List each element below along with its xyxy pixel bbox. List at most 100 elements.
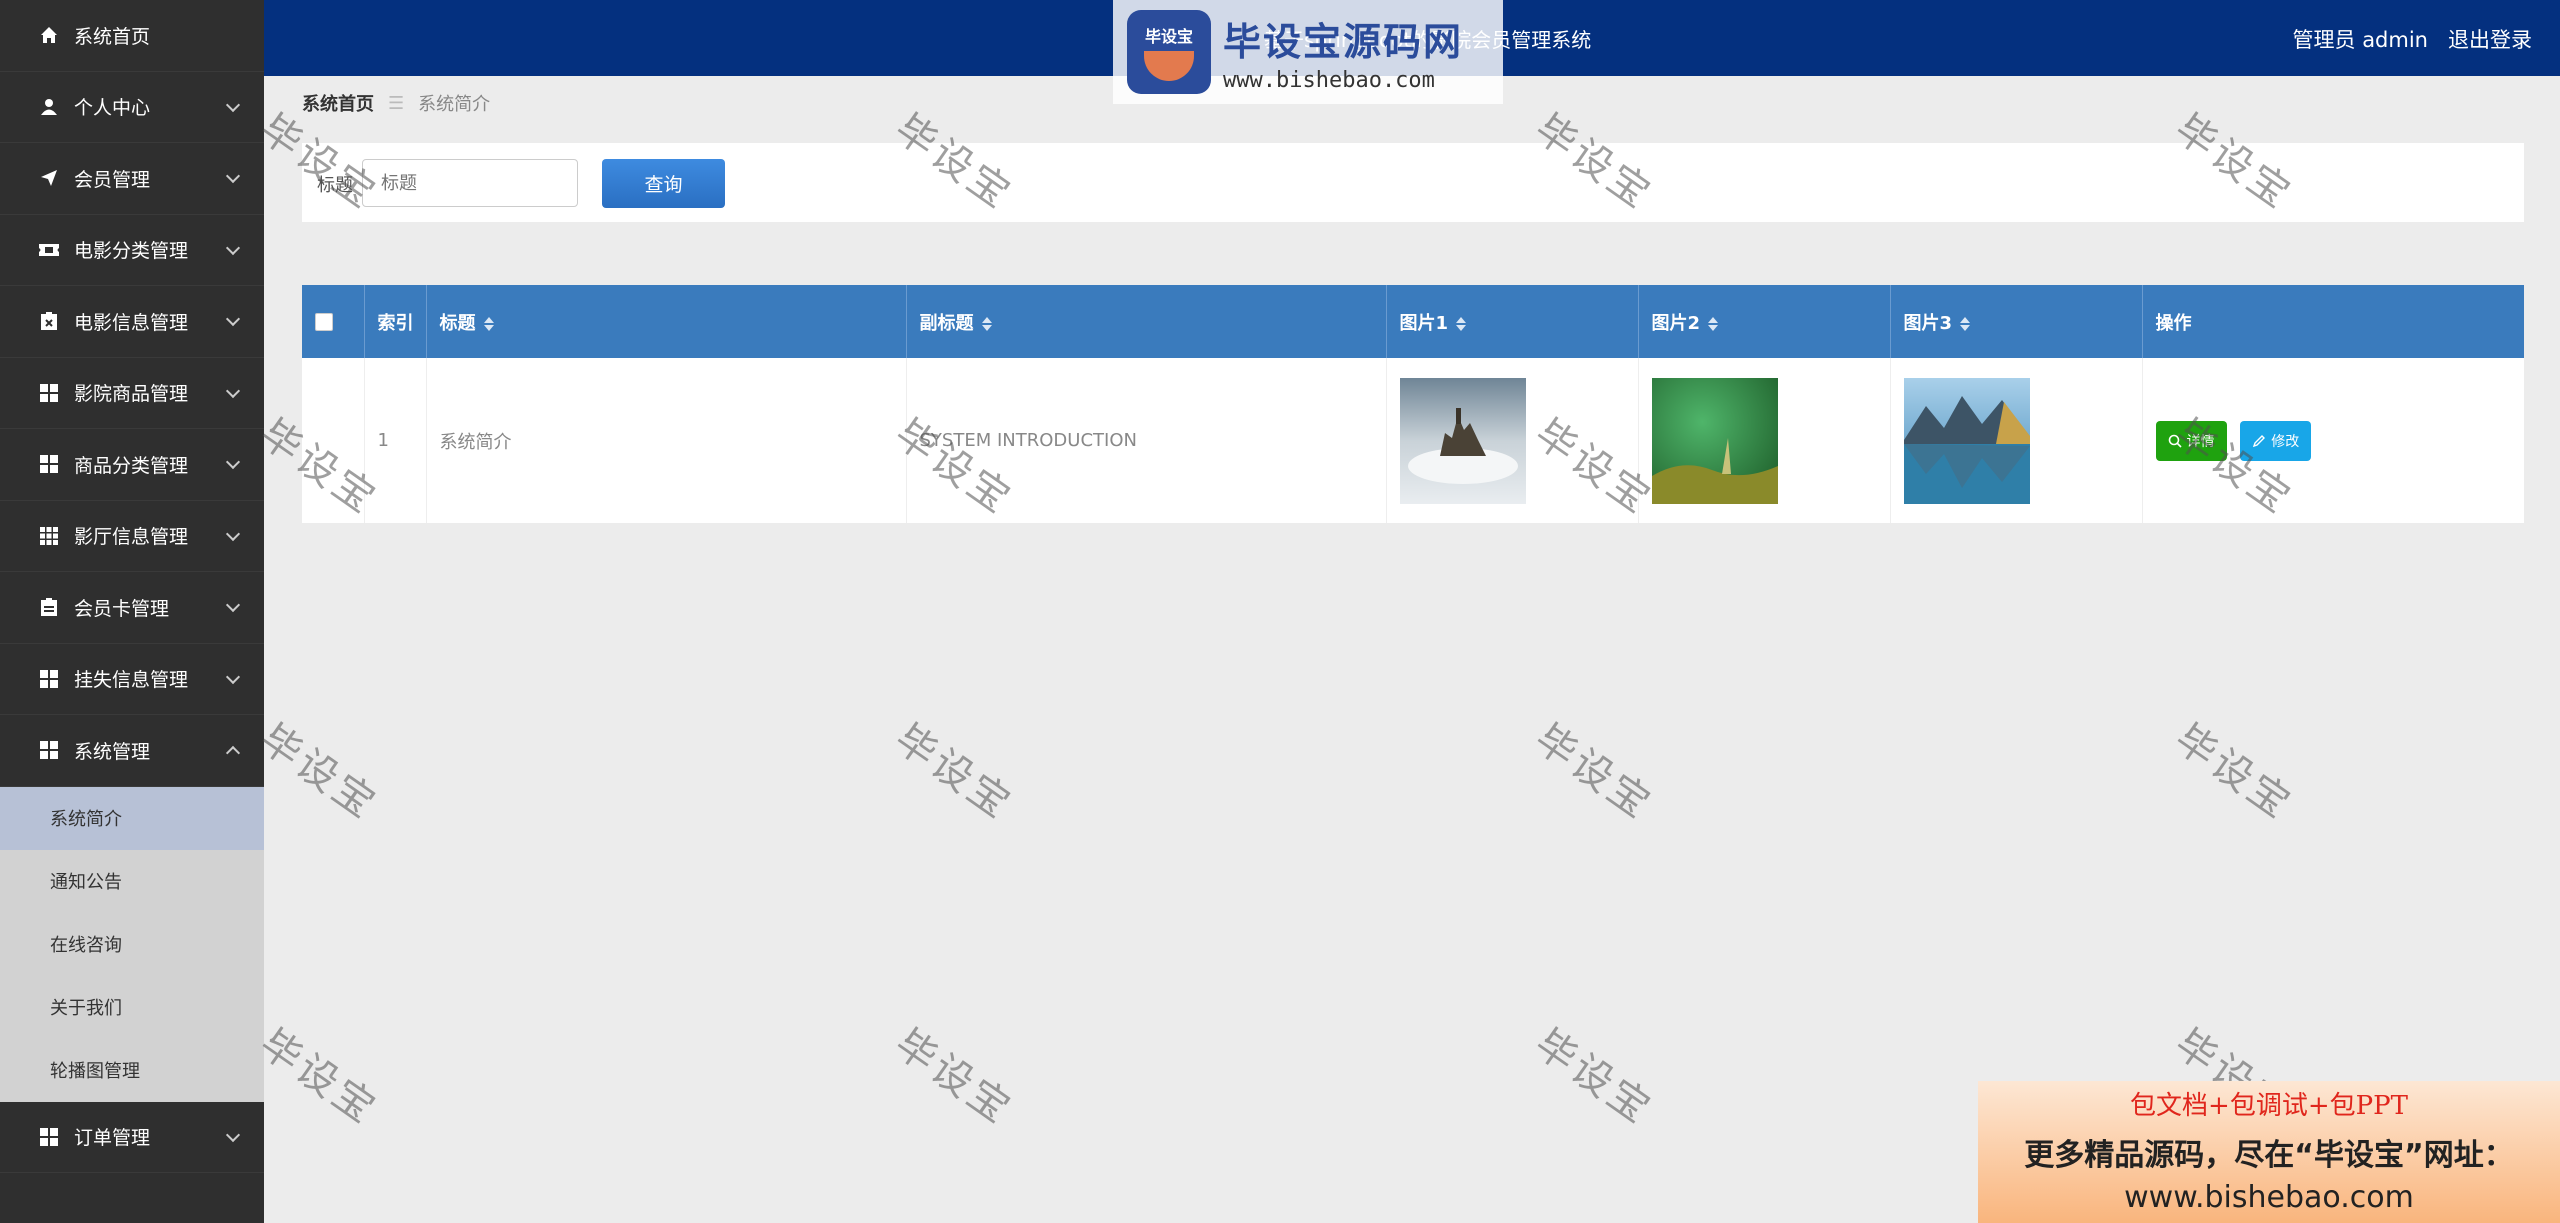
watermark-text: 毕设宝 bbox=[886, 1020, 1021, 1134]
breadcrumb-separator-icon: ☰ bbox=[388, 92, 405, 114]
promo-banner: 包文档+包调试+包PPT 更多精品源码，尽在“毕设宝”网址： www.bishe… bbox=[1978, 1081, 2560, 1223]
submenu-item-4[interactable]: 轮播图管理 bbox=[0, 1039, 264, 1102]
cell-index: 1 bbox=[364, 358, 427, 523]
lake-image[interactable] bbox=[1903, 377, 2030, 504]
breadcrumb: 系统首页 ☰ 系统简介 bbox=[302, 90, 490, 116]
breadcrumb-current: 系统简介 bbox=[418, 94, 491, 115]
sidebar-item-label: 个人中心 bbox=[74, 97, 151, 120]
sidebar-item-label: 影院商品管理 bbox=[74, 383, 189, 406]
chevron-down-icon bbox=[225, 97, 241, 112]
sidebar-item-label: 系统管理 bbox=[74, 740, 151, 763]
submenu-item-3[interactable]: 关于我们 bbox=[0, 976, 264, 1039]
sidebar-item-7[interactable]: 影厅信息管理 bbox=[0, 501, 264, 572]
chevron-down-icon bbox=[225, 312, 241, 327]
sort-icon[interactable] bbox=[1456, 316, 1467, 331]
sidebar-item-6[interactable]: 商品分类管理 bbox=[0, 429, 264, 501]
sidebar-item-label: 商品分类管理 bbox=[74, 454, 189, 477]
clipboard-x-icon bbox=[38, 310, 60, 332]
table-header-row: 索引 标题 副标题 图片1 图片2 图片3 操作 bbox=[302, 285, 2524, 358]
cell-image3 bbox=[1890, 358, 2143, 523]
detail-button[interactable]: 详情 bbox=[2155, 420, 2227, 461]
home-icon bbox=[38, 24, 60, 46]
grid-icon bbox=[38, 739, 60, 761]
clipboard-icon bbox=[38, 596, 60, 618]
select-all-checkbox[interactable] bbox=[315, 313, 333, 331]
sidebar-item-3[interactable]: 电影分类管理 bbox=[0, 215, 264, 286]
grid-icon bbox=[38, 382, 60, 404]
sidebar-item-label: 会员卡管理 bbox=[74, 597, 170, 620]
sidebar-item-4[interactable]: 电影信息管理 bbox=[0, 286, 264, 358]
user-icon bbox=[38, 96, 60, 118]
logo-badge-text: 毕设宝 bbox=[1144, 27, 1193, 46]
column-header[interactable]: 副标题 bbox=[906, 285, 1387, 358]
breadcrumb-home[interactable]: 系统首页 bbox=[302, 90, 374, 116]
sidebar-item-9[interactable]: 挂失信息管理 bbox=[0, 644, 264, 715]
sidebar-item-label: 电影分类管理 bbox=[74, 240, 189, 263]
column-header: 索引 bbox=[364, 285, 427, 358]
submenu-item-1[interactable]: 通知公告 bbox=[0, 850, 264, 913]
watermark-text: 毕设宝 bbox=[2166, 715, 2301, 829]
sidebar-item-label: 会员管理 bbox=[74, 168, 151, 191]
chevron-down-icon bbox=[225, 598, 241, 613]
sidebar-item-label: 挂失信息管理 bbox=[74, 669, 189, 692]
sidebar-item-label: 系统首页 bbox=[74, 25, 151, 48]
sort-icon[interactable] bbox=[1960, 316, 1971, 331]
grass-image[interactable] bbox=[1651, 377, 1778, 504]
row-select-cell[interactable] bbox=[302, 358, 365, 523]
sidebar-item-2[interactable]: 会员管理 bbox=[0, 143, 264, 215]
chevron-down-icon bbox=[225, 669, 241, 684]
watermark-text: 毕设宝 bbox=[886, 715, 1021, 829]
submenu-item-2[interactable]: 在线咨询 bbox=[0, 913, 264, 976]
search-icon bbox=[2168, 434, 2182, 448]
grid-icon bbox=[38, 453, 60, 475]
castle-image[interactable] bbox=[1399, 377, 1526, 504]
cell-image2 bbox=[1638, 358, 1891, 523]
grid-icon bbox=[38, 1126, 60, 1148]
promo-line2: 更多精品源码，尽在“毕设宝”网址： bbox=[2024, 1138, 2514, 1173]
sort-icon[interactable] bbox=[981, 316, 992, 331]
search-panel: 标题 查询 bbox=[302, 143, 2524, 222]
watermark-text: 毕设宝 bbox=[251, 715, 386, 829]
sidebar-item-5[interactable]: 影院商品管理 bbox=[0, 358, 264, 429]
chevron-down-icon bbox=[225, 383, 241, 398]
detail-label: 详情 bbox=[2186, 433, 2215, 450]
logo-url: www.bishebao.com bbox=[1223, 68, 1435, 93]
column-header[interactable]: 图片1 bbox=[1386, 285, 1639, 358]
cell-image1 bbox=[1386, 358, 1639, 523]
column-header[interactable]: 标题 bbox=[426, 285, 907, 358]
sort-icon[interactable] bbox=[483, 316, 494, 331]
cell-actions: 详情 修改 bbox=[2142, 358, 2524, 523]
search-input[interactable] bbox=[362, 159, 578, 207]
sidebar: 系统首页个人中心会员管理电影分类管理电影信息管理影院商品管理 商品分类管理 影厅信息… bbox=[0, 0, 264, 1223]
current-user: 管理员 admin bbox=[2292, 28, 2428, 52]
watermark-text: 毕设宝 bbox=[1526, 1020, 1661, 1134]
edit-button[interactable]: 修改 bbox=[2240, 420, 2312, 461]
search-button[interactable]: 查询 bbox=[602, 159, 725, 208]
edit-icon bbox=[2253, 434, 2266, 447]
promo-line1: 包文档+包调试+包PPT bbox=[2130, 1091, 2408, 1121]
sidebar-item-1[interactable]: 个人中心 bbox=[0, 72, 264, 143]
ticket-icon bbox=[38, 239, 60, 261]
select-all-cell[interactable] bbox=[302, 285, 365, 358]
submenu-item-0[interactable]: 系统简介 bbox=[0, 786, 264, 850]
promo-url: www.bishebao.com bbox=[2124, 1180, 2414, 1215]
sidebar-item-label: 订单管理 bbox=[74, 1127, 151, 1150]
sidebar-item-label: 影厅信息管理 bbox=[74, 526, 189, 549]
logout-link[interactable]: 退出登录 bbox=[2448, 24, 2532, 54]
column-header[interactable]: 图片3 bbox=[1890, 285, 2143, 358]
paper-plane-icon bbox=[38, 167, 60, 189]
system-submenu: 系统简介 通知公告 在线咨询 关于我们 轮播图管理 bbox=[0, 786, 264, 1102]
data-table: 索引 标题 副标题 图片1 图片2 图片3 操作 1 系统简介 SYSTEM I… bbox=[302, 285, 2524, 523]
column-header[interactable]: 图片2 bbox=[1638, 285, 1891, 358]
cell-subtitle: SYSTEM INTRODUCTION bbox=[906, 358, 1387, 523]
logo-text: 毕设宝源码网 bbox=[1223, 20, 1464, 64]
grid-9-icon bbox=[38, 525, 60, 547]
sidebar-item-8[interactable]: 会员卡管理 bbox=[0, 572, 264, 644]
sidebar-item-10[interactable]: 系统管理 bbox=[0, 715, 264, 787]
cell-title: 系统简介 bbox=[426, 358, 907, 523]
sidebar-item-0[interactable]: 系统首页 bbox=[0, 0, 264, 72]
sidebar-item-orders[interactable]: 订单管理 bbox=[0, 1102, 264, 1173]
sort-icon[interactable] bbox=[1708, 316, 1719, 331]
grid-icon bbox=[38, 668, 60, 690]
edit-label: 修改 bbox=[2271, 433, 2300, 450]
